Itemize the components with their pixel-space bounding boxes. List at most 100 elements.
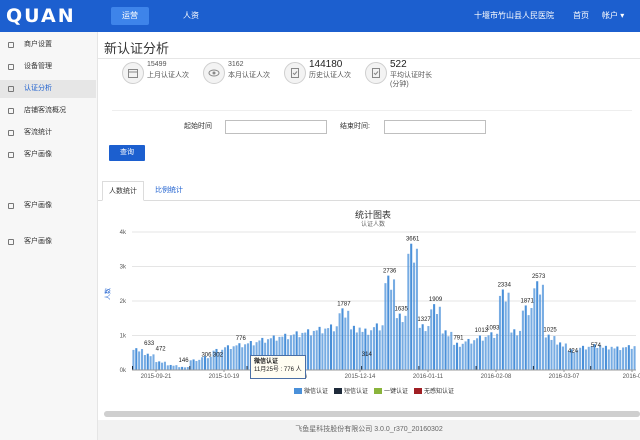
sidebar: 商户设置 设备管理 认证分析 店铺客流概况 客流统计 客户画像 客户画像 客户画… — [0, 32, 98, 440]
grid-icon — [8, 64, 14, 70]
legend-wechat[interactable]: 微信认证 — [294, 388, 328, 396]
bar — [152, 354, 155, 370]
grid-icon — [8, 203, 14, 209]
bar-sms — [590, 366, 592, 370]
data-label: 1635 — [395, 307, 409, 313]
sidebar-item-label: 店铺客流概况 — [24, 107, 66, 114]
bar — [355, 332, 358, 370]
y-tick-label: 1k — [120, 334, 127, 340]
bar — [392, 279, 396, 370]
grid-icon — [8, 239, 14, 245]
query-button[interactable]: 查询 — [109, 145, 145, 161]
sidebar-item-auth-analysis[interactable]: 认证分析 — [0, 80, 96, 98]
bar — [332, 331, 335, 370]
bar — [192, 359, 195, 370]
bar — [361, 331, 364, 370]
stat-value: 15499 — [147, 61, 167, 68]
bar — [622, 347, 625, 370]
sidebar-item-traffic-stats[interactable]: 客流统计 — [0, 124, 96, 142]
sidebar-item-device-management[interactable]: 设备管理 — [0, 58, 96, 76]
bar — [146, 353, 149, 370]
bar — [375, 323, 378, 370]
bar — [438, 306, 441, 370]
legend-swatch — [334, 388, 342, 394]
scrollbar-thumb[interactable] — [104, 411, 640, 417]
bar — [504, 301, 507, 370]
horizontal-scrollbar[interactable] — [104, 411, 640, 417]
bar — [476, 338, 479, 370]
bar — [321, 333, 324, 370]
bar — [473, 340, 476, 370]
bar — [607, 349, 610, 370]
bar — [553, 336, 556, 370]
nav-hr[interactable]: 人资 — [172, 7, 210, 25]
clipboard-icon — [365, 62, 387, 84]
legend-no-auth[interactable]: 无感知认证 — [414, 388, 454, 396]
data-label: 3661 — [406, 237, 420, 243]
sidebar-item-merchant-settings[interactable]: 商户设置 — [0, 36, 96, 54]
end-time-input[interactable] — [384, 120, 486, 134]
bar — [335, 326, 338, 370]
calendar-icon — [122, 62, 144, 84]
bar — [413, 262, 416, 370]
data-label: 1013 — [475, 328, 489, 334]
sidebar-item-customer-profile[interactable]: 客户画像 — [0, 197, 96, 215]
start-time-input[interactable] — [225, 120, 327, 134]
legend-swatch — [374, 388, 382, 394]
bar — [616, 346, 619, 370]
main-content: 新认证分析 15499 上月认证人次 3162 本月认证人次 144180 历史… — [98, 32, 640, 440]
bar — [384, 283, 387, 370]
legend-sms[interactable]: 短信认证 — [334, 388, 368, 396]
bar — [352, 325, 355, 370]
bar — [516, 335, 519, 370]
tab-headcount[interactable]: 人数统计 — [102, 181, 144, 201]
data-label: 424 — [568, 348, 579, 354]
home-link[interactable]: 首页 — [573, 7, 589, 25]
tab-ratio[interactable]: 比例统计 — [148, 181, 190, 201]
data-label: 574 — [591, 343, 602, 349]
account-menu[interactable]: 帐户 ▾ — [602, 7, 624, 25]
bar — [404, 315, 407, 370]
data-label: 2334 — [498, 282, 512, 288]
x-tick-label: 2016-02-08 — [481, 374, 512, 380]
tooltip-title: 微信认证 — [254, 359, 279, 365]
bar — [401, 322, 404, 370]
sidebar-item-label: 客户画像 — [24, 238, 52, 245]
bar — [619, 350, 622, 370]
bar — [501, 289, 504, 370]
bar — [561, 346, 565, 370]
bar — [513, 329, 516, 370]
bar — [344, 317, 347, 370]
bar-chart: 0k 1k 2k 3k 4k 人数 633472 146 306 302 776 1787 2736 36… — [104, 230, 640, 380]
data-label: 1909 — [429, 297, 443, 303]
grid-icon — [8, 130, 14, 136]
bar — [602, 347, 605, 370]
bar — [329, 324, 333, 370]
hospital-name: 十堰市竹山县人民医院 — [474, 11, 554, 20]
bar — [347, 310, 350, 370]
data-label: 776 — [236, 336, 247, 342]
bar — [544, 337, 547, 370]
bar — [427, 326, 430, 370]
bar — [415, 248, 418, 370]
data-label: 472 — [156, 347, 167, 353]
brand-logo[interactable]: QUAN — [6, 5, 76, 27]
bar — [613, 348, 616, 370]
nav-operations[interactable]: 运营 — [111, 7, 149, 25]
bar — [596, 348, 599, 370]
data-label: 791 — [453, 336, 464, 342]
legend-one-click[interactable]: 一键认证 — [374, 388, 408, 396]
bar — [521, 310, 524, 370]
bar — [458, 346, 461, 370]
bar — [450, 331, 453, 370]
bar — [172, 365, 175, 370]
bar — [206, 358, 209, 370]
bar — [455, 342, 459, 370]
bar — [447, 336, 450, 370]
sidebar-item-customer-profile[interactable]: 客户画像 — [0, 233, 96, 251]
grid-icon — [8, 42, 14, 48]
sidebar-item-store-traffic-overview[interactable]: 店铺客流概况 — [0, 102, 96, 120]
bar — [410, 243, 413, 370]
sidebar-item-customer-profile[interactable]: 客户画像 — [0, 146, 96, 164]
clipboard-icon — [284, 62, 306, 84]
